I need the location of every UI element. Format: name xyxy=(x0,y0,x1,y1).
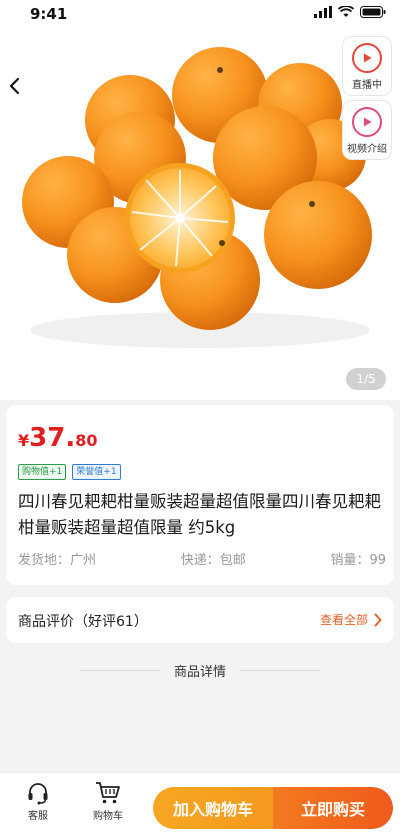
shipping-label: 快递：包邮 xyxy=(180,553,246,568)
divider-line xyxy=(80,669,160,671)
live-button[interactable]: 直播中 xyxy=(342,36,392,96)
live-icon xyxy=(352,43,382,73)
view-all-label: 查看全部 xyxy=(319,613,368,627)
price-decimal: 80 xyxy=(75,431,98,450)
product-image-oranges xyxy=(22,47,372,348)
price-currency: ¥ xyxy=(18,431,30,450)
sales-label: 销量：99 xyxy=(330,553,386,568)
add-to-cart-button[interactable]: 加入购物车 xyxy=(153,787,273,829)
wifi-icon xyxy=(338,6,354,17)
product-image-carousel[interactable]: 直播中 视频介绍 1/5 xyxy=(0,30,400,400)
status-bar: 9:41 xyxy=(0,0,400,30)
back-button[interactable] xyxy=(4,74,24,98)
reward-tags: 购物值+1 荣誉值+1 xyxy=(18,464,121,480)
reviews-row[interactable]: 商品评价（好评61） 查看全部 xyxy=(6,597,394,643)
status-time: 9:41 xyxy=(30,5,68,23)
customer-service-label: 客服 xyxy=(28,811,48,822)
chevron-left-icon xyxy=(9,77,20,95)
video-intro-label: 视频介绍 xyxy=(347,144,387,155)
product-info-card: ¥37.80 购物值+1 荣誉值+1 四川春见耙耙柑量贩装超量超值限量四川春见耙… xyxy=(6,405,394,585)
headset-icon xyxy=(28,783,48,805)
purchase-button-group: 加入购物车 立即购买 xyxy=(153,787,393,829)
customer-service-button[interactable]: 客服 xyxy=(16,781,60,822)
video-intro-button[interactable]: 视频介绍 xyxy=(342,100,392,160)
product-meta: 发货地：广州 快递：包邮 销量：99 xyxy=(18,549,386,568)
cart-label: 购物车 xyxy=(93,811,123,822)
shopping-points-tag: 购物值+1 xyxy=(18,464,67,480)
view-all-reviews-link[interactable]: 查看全部 xyxy=(320,611,382,628)
price-integer: 37. xyxy=(29,423,76,453)
signal-icon xyxy=(314,6,332,18)
cart-button[interactable]: 购物车 xyxy=(86,781,130,822)
status-icons xyxy=(314,6,386,18)
live-label: 直播中 xyxy=(352,80,382,91)
details-heading: 商品详情 xyxy=(174,664,227,680)
chevron-right-icon xyxy=(374,613,382,626)
origin-label: 发货地：广州 xyxy=(18,553,97,568)
buy-now-button[interactable]: 立即购买 xyxy=(273,787,393,829)
play-video-icon xyxy=(352,107,382,137)
reviews-title: 商品评价（好评61） xyxy=(18,614,148,630)
image-counter: 1/5 xyxy=(346,368,386,390)
bottom-action-bar: 客服 购物车 加入购物车 立即购买 xyxy=(0,772,400,833)
shopping-cart-icon xyxy=(96,782,120,804)
divider-line xyxy=(240,669,321,671)
product-title: 四川春见耙耙柑量贩装超量超值限量四川春见耙耙柑量贩装超量超值限量 约5kg xyxy=(18,492,381,537)
battery-icon xyxy=(360,6,386,18)
product-price: ¥37.80 xyxy=(18,423,97,453)
details-divider: 商品详情 xyxy=(80,660,321,680)
honor-points-tag: 荣誉值+1 xyxy=(72,464,121,480)
